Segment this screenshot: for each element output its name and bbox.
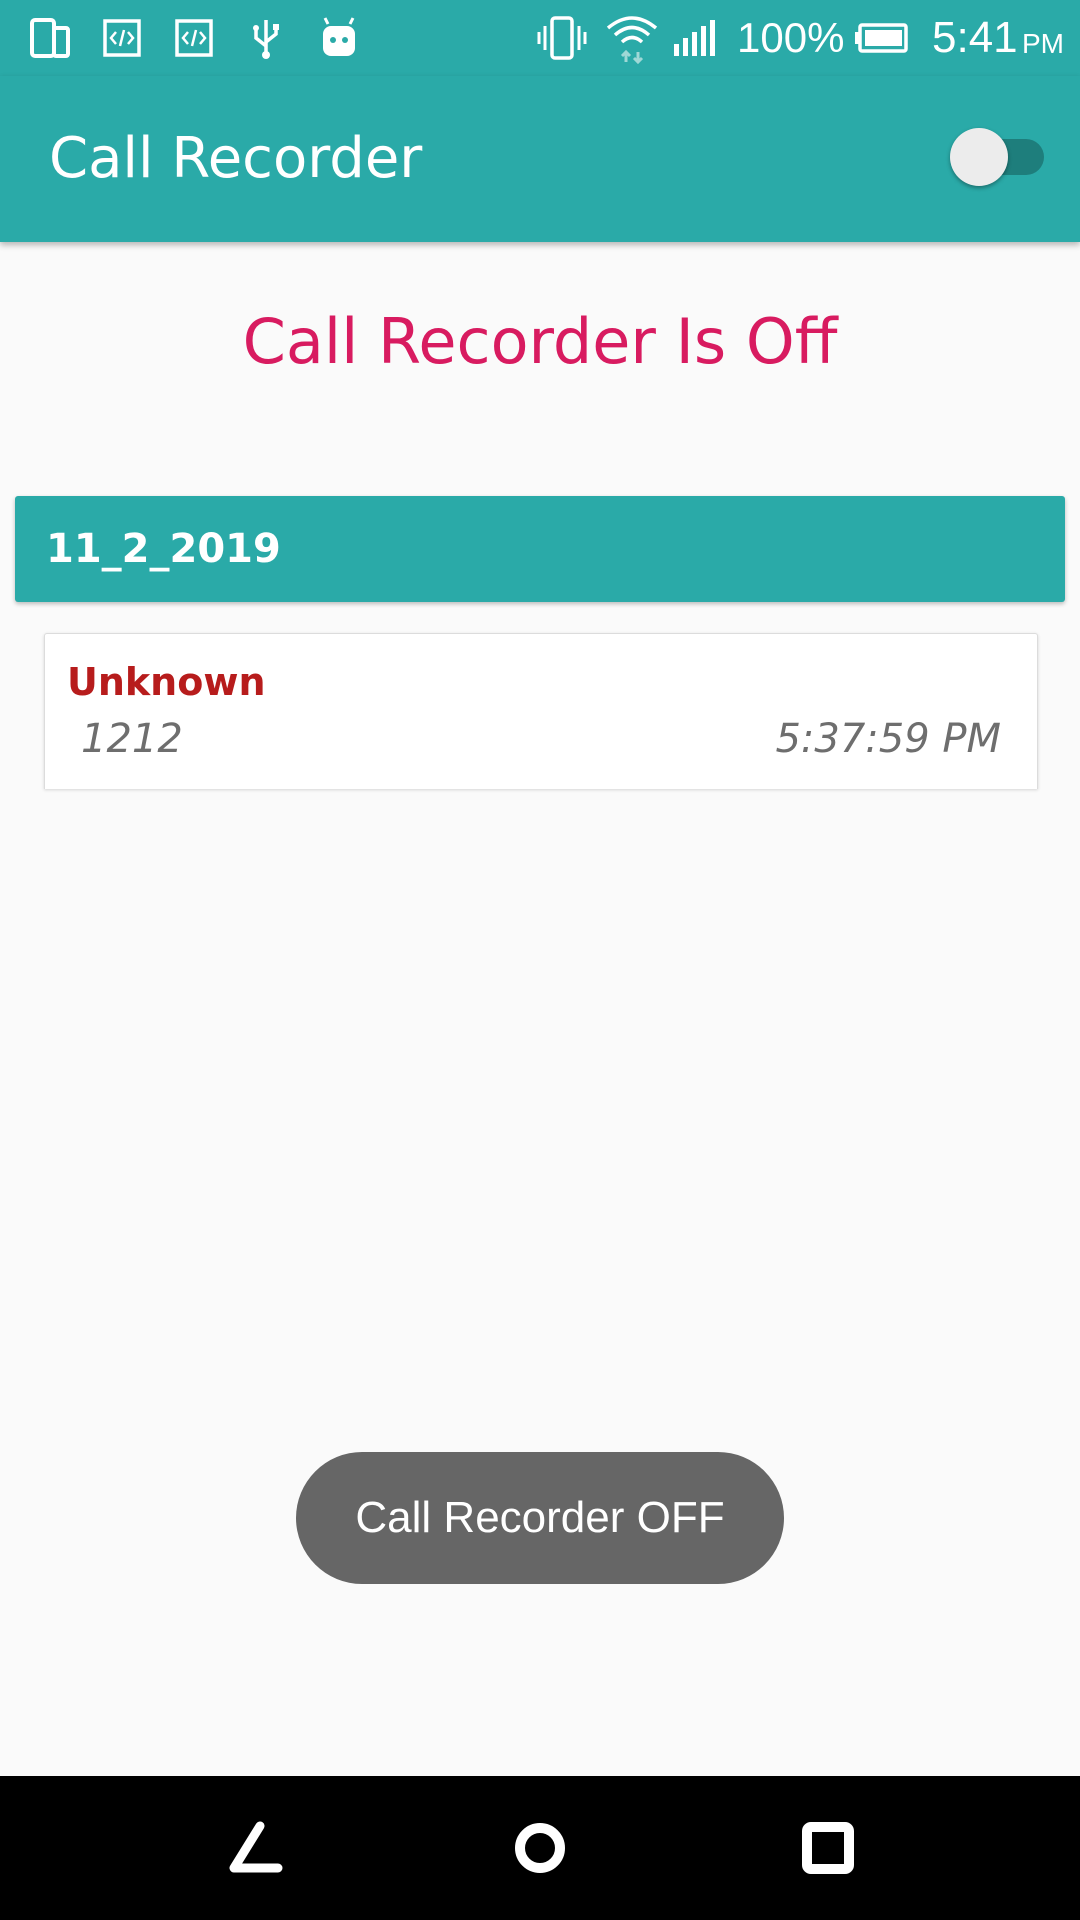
android-icon (318, 14, 360, 62)
navigation-bar (0, 1776, 1080, 1920)
toast-message: Call Recorder OFF (296, 1452, 784, 1584)
date-group-label: 11_2_2019 (46, 526, 281, 572)
usb-icon (246, 14, 286, 62)
recents-icon[interactable] (778, 1798, 878, 1898)
caller-name: Unknown (67, 660, 266, 704)
toggle-thumb (950, 128, 1008, 186)
code-icon (102, 14, 142, 62)
recorder-toggle-switch[interactable] (950, 128, 1046, 186)
home-icon[interactable] (490, 1798, 590, 1898)
date-group-header[interactable]: 11_2_2019 (15, 496, 1065, 602)
phone-dual-icon (28, 14, 72, 62)
wifi-icon (604, 14, 660, 64)
app-bar: Call Recorder (0, 76, 1080, 242)
signal-icon (672, 14, 720, 62)
vibrate-icon (536, 14, 588, 62)
code-icon (174, 14, 214, 62)
battery-icon (852, 14, 910, 62)
call-list-item[interactable]: Unknown 1212 5:37:59 PM (44, 633, 1038, 789)
call-time: 5:37:59 PM (775, 716, 1001, 762)
caller-number: 1212 (81, 716, 183, 762)
recorder-status-heading: Call Recorder Is Off (242, 305, 838, 378)
clock-time: 5:41 (932, 13, 1018, 62)
status-bar: 100% 5:41 PM (0, 0, 1080, 76)
toast-text: Call Recorder OFF (355, 1493, 725, 1542)
battery-percent: 100% (737, 14, 845, 61)
app-title: Call Recorder (49, 126, 423, 191)
clock-ampm: PM (1022, 28, 1064, 59)
back-icon[interactable] (202, 1798, 302, 1898)
